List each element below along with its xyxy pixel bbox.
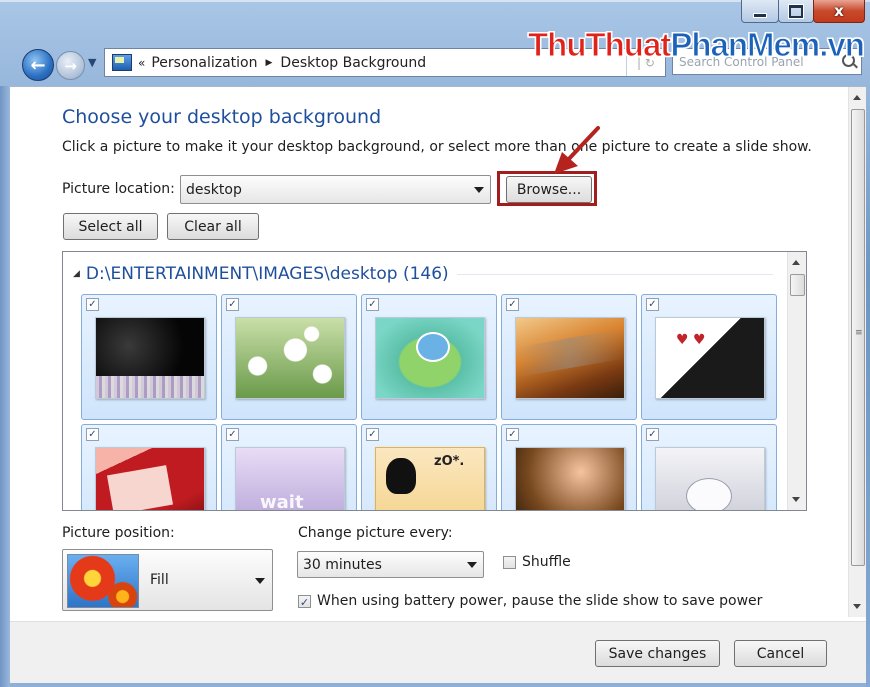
scroll-down-icon[interactable] bbox=[853, 604, 861, 609]
picture-tile[interactable]: ✓ bbox=[501, 294, 637, 420]
picture-tile[interactable]: ✓ bbox=[361, 294, 497, 420]
picture-tile[interactable]: ✓ bbox=[641, 294, 777, 420]
battery-pause-label[interactable]: When using battery power, pause the slid… bbox=[317, 593, 762, 609]
back-arrow-icon: ← bbox=[30, 54, 46, 76]
save-changes-button[interactable]: Save changes bbox=[595, 640, 720, 667]
tile-checkbox[interactable]: ✓ bbox=[366, 298, 379, 311]
forward-arrow-icon: → bbox=[64, 56, 77, 75]
battery-pause-checkbox[interactable]: ✓ bbox=[298, 595, 311, 609]
scroll-thumb[interactable]: ≡ bbox=[851, 109, 865, 566]
window-top-edge bbox=[0, 0, 870, 2]
close-icon: x bbox=[834, 2, 844, 20]
gallery-scrollbar[interactable] bbox=[787, 252, 806, 510]
watermark-logo: ThuThuatPhanMem.vn bbox=[527, 26, 865, 64]
thumbnail-image bbox=[95, 317, 205, 399]
picture-position-label: Picture position: bbox=[62, 525, 175, 541]
scroll-up-icon[interactable] bbox=[853, 95, 861, 100]
back-button[interactable]: ← bbox=[22, 49, 54, 81]
thumbnail-image bbox=[375, 317, 485, 399]
grip-icon: ≡ bbox=[855, 328, 863, 338]
picture-tile[interactable]: ✓ bbox=[81, 424, 217, 510]
dropdown-arrow-icon bbox=[255, 578, 265, 584]
recent-pages-dropdown[interactable]: ▼ bbox=[88, 56, 96, 69]
collapse-icon[interactable]: ◢ bbox=[73, 269, 80, 279]
page-description: Click a picture to make it your desktop … bbox=[62, 139, 812, 155]
page-title: Choose your desktop background bbox=[62, 106, 382, 128]
picture-tile[interactable]: ✓ bbox=[641, 424, 777, 510]
group-header[interactable]: ◢ D:\ENTERTAINMENT\IMAGES\desktop (146) bbox=[73, 264, 773, 284]
tile-checkbox[interactable]: ✓ bbox=[86, 428, 99, 441]
minimize-button[interactable] bbox=[741, 0, 779, 23]
picture-location-value: desktop bbox=[186, 181, 242, 198]
minimize-icon bbox=[753, 12, 767, 18]
thumbnail-image bbox=[95, 447, 205, 510]
tile-checkbox[interactable]: ✓ bbox=[226, 428, 239, 441]
picture-position-select[interactable]: Fill bbox=[62, 549, 273, 611]
dropdown-arrow-icon bbox=[467, 561, 477, 568]
picture-tile[interactable]: ✓ bbox=[81, 294, 217, 420]
picture-tile[interactable]: ✓ bbox=[221, 294, 357, 420]
scroll-up-icon[interactable] bbox=[792, 260, 800, 265]
thumbnail-image bbox=[655, 447, 765, 510]
select-all-button[interactable]: Select all bbox=[63, 213, 158, 240]
breadcrumb-desktop-background[interactable]: Desktop Background bbox=[280, 55, 426, 71]
chevron-down-icon: ▼ bbox=[88, 56, 97, 69]
thumbnail-image bbox=[655, 317, 765, 399]
maximize-icon bbox=[788, 3, 804, 19]
tile-checkbox[interactable]: ✓ bbox=[506, 428, 519, 441]
tile-checkbox[interactable]: ✓ bbox=[366, 428, 379, 441]
tile-checkbox[interactable]: ✓ bbox=[86, 298, 99, 311]
main-scrollbar[interactable]: ≡ bbox=[848, 87, 866, 617]
scroll-thumb[interactable] bbox=[790, 274, 805, 296]
change-picture-label: Change picture every: bbox=[298, 525, 453, 541]
dropdown-arrow-icon bbox=[474, 186, 484, 193]
group-title: D:\ENTERTAINMENT\IMAGES\desktop (146) bbox=[85, 264, 449, 284]
forward-button[interactable]: → bbox=[56, 51, 85, 80]
thumbnail-image bbox=[375, 447, 485, 510]
window-left-border bbox=[0, 86, 10, 687]
thumbnail-image bbox=[235, 447, 345, 510]
picture-tile[interactable]: ✓ bbox=[221, 424, 357, 510]
picture-position-value: Fill bbox=[150, 572, 169, 588]
breadcrumb-arrow-icon[interactable]: ▶ bbox=[266, 58, 273, 68]
picture-tile[interactable]: ✓ bbox=[361, 424, 497, 510]
close-button[interactable]: x bbox=[813, 0, 865, 23]
red-arrow-icon bbox=[554, 126, 600, 174]
control-panel-icon bbox=[112, 54, 132, 71]
breadcrumb-personalization[interactable]: Personalization bbox=[151, 55, 257, 71]
shuffle-checkbox[interactable] bbox=[503, 556, 516, 569]
thumbnail-image bbox=[515, 317, 625, 399]
shuffle-label[interactable]: Shuffle bbox=[522, 554, 571, 570]
tile-checkbox[interactable]: ✓ bbox=[646, 428, 659, 441]
tile-checkbox[interactable]: ✓ bbox=[226, 298, 239, 311]
group-divider bbox=[456, 273, 773, 275]
cancel-button[interactable]: Cancel bbox=[734, 640, 827, 667]
picture-tile[interactable]: ✓ bbox=[501, 424, 637, 510]
picture-location-label: Picture location: bbox=[62, 181, 175, 197]
interval-value: 30 minutes bbox=[303, 556, 382, 573]
maximize-button[interactable] bbox=[778, 0, 814, 23]
breadcrumb-overflow[interactable]: « bbox=[138, 56, 145, 70]
change-picture-interval-select[interactable]: 30 minutes bbox=[297, 551, 484, 578]
thumbnail-image bbox=[235, 317, 345, 399]
picture-location-select[interactable]: desktop bbox=[180, 175, 491, 204]
position-preview-image bbox=[67, 554, 139, 608]
picture-gallery[interactable]: ◢ D:\ENTERTAINMENT\IMAGES\desktop (146) … bbox=[62, 251, 807, 511]
clear-all-button[interactable]: Clear all bbox=[167, 213, 259, 240]
tile-checkbox[interactable]: ✓ bbox=[646, 298, 659, 311]
tile-checkbox[interactable]: ✓ bbox=[506, 298, 519, 311]
window-bottom-border bbox=[10, 683, 866, 687]
scroll-down-icon[interactable] bbox=[792, 497, 800, 502]
thumbnail-image bbox=[515, 447, 625, 510]
